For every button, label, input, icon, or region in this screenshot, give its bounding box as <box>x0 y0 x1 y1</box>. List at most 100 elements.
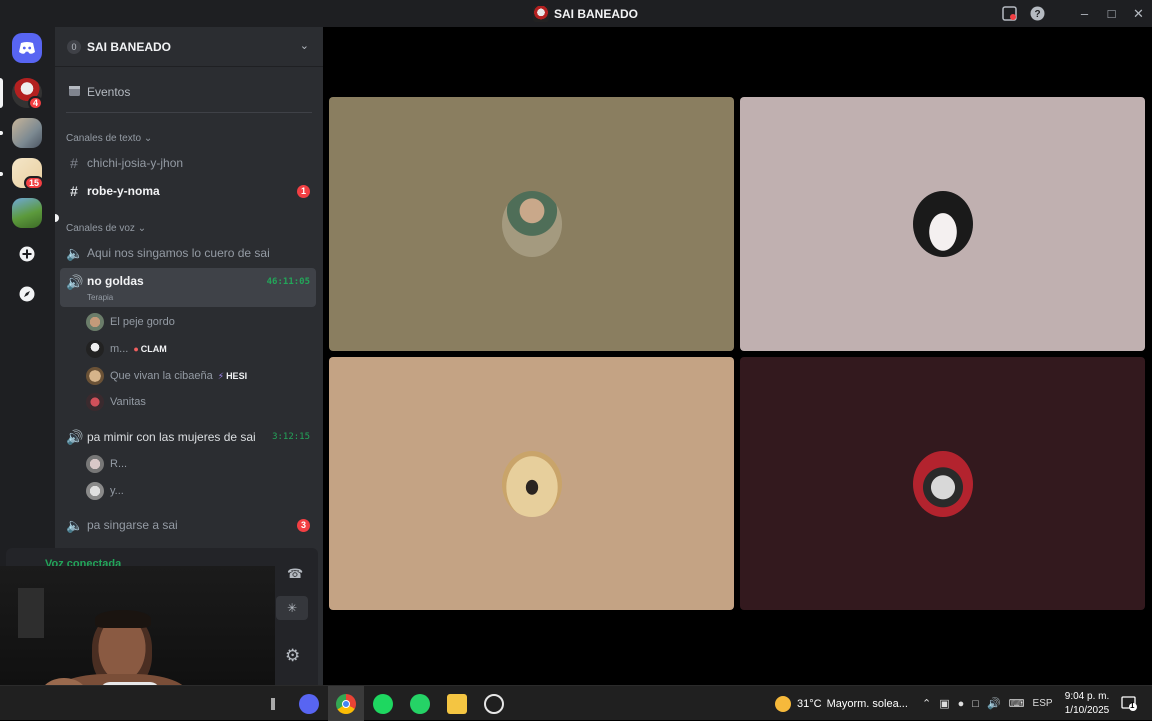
avatar <box>86 367 104 385</box>
channel-status: Terapia <box>87 293 114 302</box>
voice-timer: 3:12:15 <box>272 432 310 442</box>
notification-icon[interactable]: 1 <box>1121 695 1137 711</box>
clan-tag: ● CLAM <box>133 344 166 354</box>
minimize-button[interactable]: – <box>1071 0 1098 27</box>
maximize-button[interactable]: □ <box>1098 0 1125 27</box>
member-name: Que vivan la cibaeña <box>110 370 213 382</box>
file-explorer-icon[interactable] <box>447 694 467 714</box>
help-icon[interactable]: ? <box>1023 0 1051 27</box>
voice-member[interactable]: R... <box>86 453 127 475</box>
windows-taskbar: 31°C Mayorm. solea... ⌃ ▣ ● □ 🔊 ⌨ ESP 9:… <box>0 685 1152 721</box>
video-tile-2[interactable] <box>740 97 1145 351</box>
server-icon-2[interactable] <box>12 118 42 148</box>
discord-home-icon[interactable] <box>12 33 42 63</box>
channel-chichi-josia-y-jhon[interactable]: # chichi-josia-y-jhon <box>60 150 316 176</box>
gear-icon[interactable]: ⚙ <box>285 646 300 666</box>
obs-icon[interactable] <box>484 694 504 714</box>
clan-tag: ⚡ HESI <box>218 371 247 382</box>
channel-name: robe-y-noma <box>87 184 160 198</box>
server-mention-badge: 15 <box>24 176 45 190</box>
selected-server-pill <box>0 78 3 108</box>
close-button[interactable]: ✕ <box>1125 0 1152 27</box>
webcam-shelf <box>18 588 44 638</box>
speaker-green-icon: 🔊 <box>66 428 84 445</box>
voice-channel-pa-mimir[interactable]: 🔊 pa mimir con las mujeres de sai 3:12:1… <box>60 424 316 450</box>
clock[interactable]: 9:04 p. m. 1/10/2025 <box>1062 690 1112 718</box>
video-tile-3[interactable] <box>329 357 734 610</box>
voice-member[interactable]: Vanitas <box>86 391 146 413</box>
calendar-icon <box>66 84 82 100</box>
speaker-icon: 🔈 <box>66 516 84 533</box>
server-icon-4[interactable] <box>12 198 42 228</box>
mention-badge: 3 <box>297 518 310 532</box>
voice-channel-no-goldas[interactable]: 🔊 no goldas 46:11:05 Terapia <box>60 268 316 307</box>
member-name: R... <box>110 458 128 470</box>
voice-member[interactable]: m... ● CLAM <box>86 338 167 360</box>
language-indicator[interactable]: ESP <box>1033 698 1053 709</box>
unread-pill <box>0 131 3 135</box>
sun-icon <box>775 695 791 712</box>
avatar <box>86 455 104 473</box>
channel-robe-y-noma[interactable]: # robe-y-noma 1 <box>60 178 316 204</box>
voice-category-label: Canales de voz <box>66 223 135 234</box>
speaker-icon: 🔈 <box>66 244 84 261</box>
add-server-icon[interactable] <box>12 239 42 269</box>
display-icon[interactable]: □ <box>972 698 979 710</box>
microphone-icon[interactable]: ● <box>958 698 965 710</box>
disconnect-phone-icon[interactable]: ☎ <box>287 566 303 582</box>
fire-icon: ● <box>133 344 139 354</box>
discord-taskbar-icon[interactable] <box>299 694 319 714</box>
inbox-icon[interactable] <box>995 0 1023 27</box>
clock-time: 9:04 p. m. <box>1064 691 1110 702</box>
discover-compass-icon[interactable] <box>12 279 42 309</box>
keyboard-icon[interactable]: ⌨ <box>1009 697 1025 710</box>
window-title-text: SAI BANEADO <box>554 6 639 21</box>
weather-widget[interactable]: 31°C Mayorm. solea... <box>775 686 908 721</box>
clan-tag-text: CLAM <box>140 344 167 354</box>
chevron-down-icon: ⌄ <box>299 40 309 52</box>
title-controls: ? – □ ✕ <box>995 0 1152 27</box>
server-mention-badge: 4 <box>28 96 44 110</box>
voice-channel-aqui[interactable]: 🔈 Aqui nos singamos lo cuero de sai <box>60 240 316 266</box>
channel-name: pa mimir con las mujeres de sai <box>87 430 256 444</box>
network-icon[interactable]: ▣ <box>939 697 949 710</box>
person-hair <box>95 610 151 628</box>
volume-icon[interactable]: 🔊 <box>987 697 1001 710</box>
server-name: SAI BANEADO <box>87 39 172 54</box>
soundboard-button[interactable]: ✳ <box>276 596 308 620</box>
hashtag-icon: # <box>70 155 78 171</box>
video-stage <box>323 27 1152 685</box>
member-name: m... <box>110 343 129 355</box>
participant-avatar <box>912 450 973 517</box>
voice-member[interactable]: y... <box>86 480 124 502</box>
avatar <box>86 340 104 358</box>
channel-name: Aqui nos singamos lo cuero de sai <box>87 246 270 260</box>
channel-name: no goldas <box>87 274 144 288</box>
events-link[interactable]: Eventos <box>60 79 316 105</box>
spotify-icon[interactable] <box>373 694 393 714</box>
voice-member[interactable]: El peje gordo <box>86 311 175 333</box>
clock-date: 1/10/2025 <box>1064 705 1110 716</box>
video-tile-4[interactable] <box>740 357 1145 610</box>
avatar <box>86 313 104 331</box>
text-category-header[interactable]: Canales de texto ⌄ <box>66 133 152 144</box>
speaker-green-icon: 🔊 <box>66 274 84 290</box>
voice-timer: 46:11:05 <box>266 277 310 287</box>
weather-desc: Mayorm. solea... <box>826 697 908 710</box>
voice-member[interactable]: Que vivan la cibaeña ⚡ HESI <box>86 365 247 387</box>
unread-indicator <box>55 214 59 222</box>
clan-tag-text: HESI <box>226 371 248 381</box>
whatsapp-icon[interactable] <box>410 694 430 714</box>
voice-category-header[interactable]: Canales de voz ⌄ <box>66 223 146 234</box>
server-avatar-icon <box>533 5 549 22</box>
member-name: El peje gordo <box>110 316 175 328</box>
channel-name: pa singarse a sai <box>87 518 178 532</box>
events-label: Eventos <box>87 85 131 99</box>
video-tile-1[interactable] <box>329 97 734 351</box>
unread-pill <box>0 172 3 176</box>
chrome-icon[interactable] <box>336 694 356 714</box>
boost-level-badge: 0 <box>67 39 81 54</box>
chevron-up-icon[interactable]: ⌃ <box>922 697 931 710</box>
server-header[interactable]: 0 SAI BANEADO ⌄ <box>55 27 323 67</box>
voice-channel-pa-singarse[interactable]: 🔈 pa singarse a sai 3 <box>60 512 316 538</box>
